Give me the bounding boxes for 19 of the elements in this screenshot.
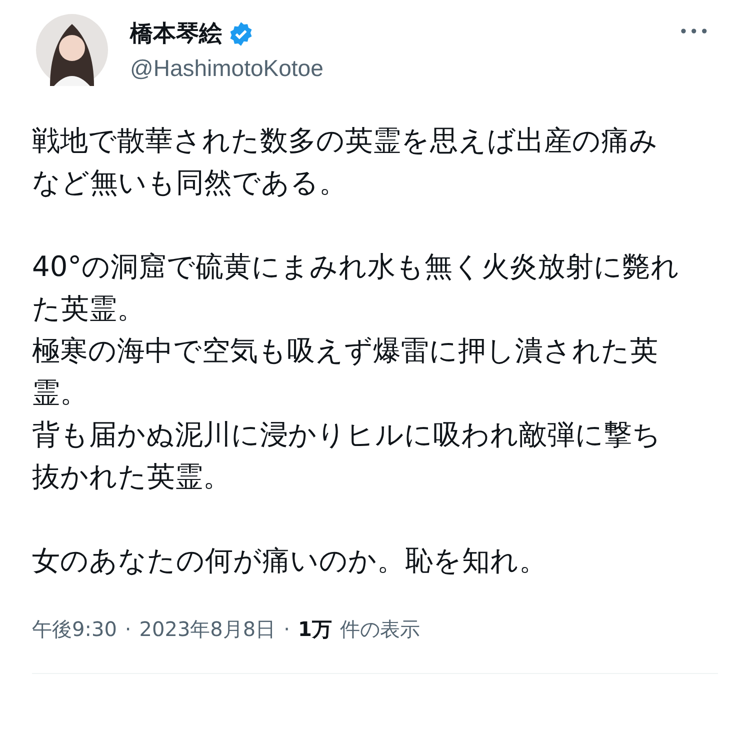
tweet-text-line: 抜かれた英霊。 [32, 459, 232, 495]
tweet-text-line: 戦地で散華された数多の英霊を思えば出産の痛み [32, 123, 659, 159]
avatar[interactable] [36, 14, 108, 86]
tweet-text-line: 極寒の海中で空気も吸えず爆雷に押し潰された英 [32, 333, 659, 369]
separator-dot: · [284, 617, 290, 641]
tweet-text-line: た英霊。 [32, 291, 146, 327]
views-label: 件の表示 [340, 616, 420, 643]
tweet-text-line: 40°の洞窟で硫黄にまみれ水も無く火炎放射に斃れ [32, 249, 681, 285]
tweet-text-line: 背も届かぬ泥川に浸かりヒルに吸われ敵弾に撃ち [32, 417, 662, 453]
view-count: 1万 [298, 616, 332, 643]
post-date[interactable]: 2023年8月8日 [139, 616, 276, 643]
author-handle[interactable]: @HashimotoKotoe [130, 55, 679, 82]
more-menu[interactable]: ••• [678, 22, 710, 41]
author-name[interactable]: 橋本琴絵 [130, 18, 222, 49]
post-time[interactable]: 午後9:30 [32, 616, 117, 643]
tweet-text-line: 霊。 [32, 375, 89, 411]
tweet-text-line: 女のあなたの何が痛いのか。恥を知れ。 [32, 543, 548, 579]
tweet-text-line: など無いも同然である。 [32, 165, 348, 201]
separator-dot: · [124, 617, 132, 641]
